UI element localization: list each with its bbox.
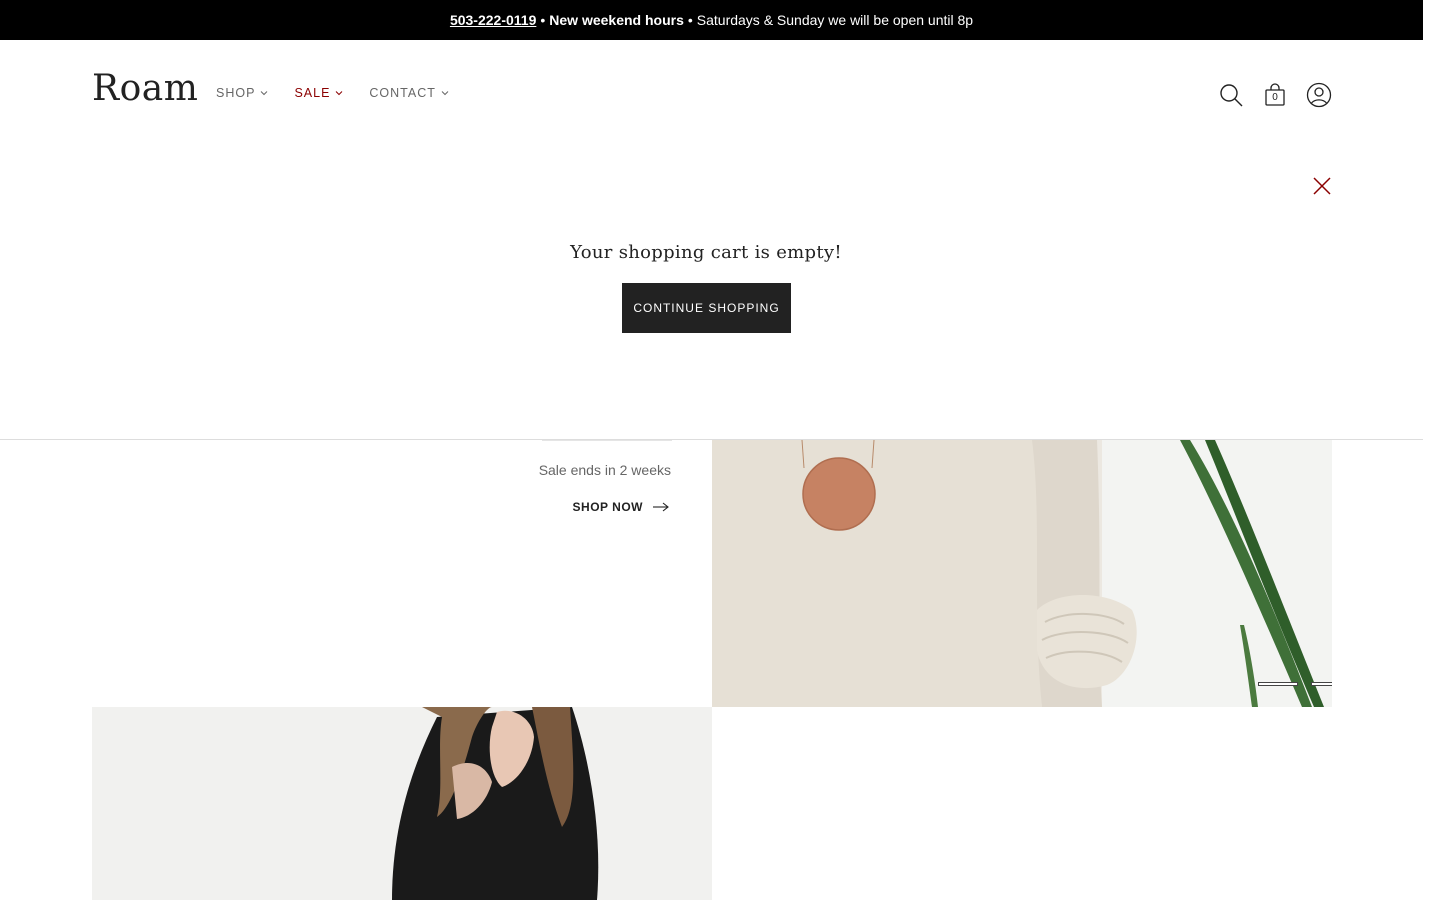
account-button[interactable]: [1306, 82, 1332, 108]
hero-text-panel: Sale ends in 2 weeks SHOP NOW: [92, 440, 712, 707]
account-icon: [1306, 82, 1332, 108]
main-nav: SHOP SALE CONTACT: [216, 86, 449, 100]
empty-cart-message: Your shopping cart is empty!: [570, 242, 842, 263]
chevron-down-icon: [336, 91, 343, 96]
slide-dots: [1258, 682, 1332, 686]
chevron-down-icon: [441, 91, 449, 96]
woman-black-top-photo: [92, 707, 712, 900]
hero-slideshow: Sale ends in 2 weeks SHOP NOW: [92, 440, 1332, 707]
header-icons: 0: [1218, 82, 1332, 108]
logo[interactable]: Roam: [92, 68, 198, 109]
shop-now-link[interactable]: SHOP NOW: [573, 500, 669, 514]
continue-shopping-button[interactable]: CONTINUE SHOPPING: [622, 283, 791, 333]
cart-drawer: Your shopping cart is empty! CONTINUE SH…: [0, 150, 1423, 440]
cart-count: 0: [1272, 92, 1278, 103]
nav-item-contact[interactable]: CONTACT: [369, 86, 449, 100]
shop-now-label: SHOP NOW: [572, 500, 643, 514]
sale-ends-text: Sale ends in 2 weeks: [538, 462, 671, 478]
announcement-separator: •: [540, 12, 546, 28]
close-icon: [1313, 177, 1331, 195]
nav-item-shop[interactable]: SHOP: [216, 86, 268, 100]
slide-dot-1[interactable]: [1258, 682, 1298, 686]
hero-image: [712, 440, 1332, 707]
announcement-message: Saturdays & Sunday we will be open until…: [696, 12, 974, 28]
nav-item-label: CONTACT: [369, 86, 436, 100]
arrow-right-icon: [653, 502, 669, 512]
slide-dot-2[interactable]: [1311, 682, 1332, 686]
site-header: Roam SHOP SALE CONTACT 0: [0, 40, 1423, 150]
phone-link[interactable]: 503-222-0119: [450, 12, 536, 28]
announcement-headline: New weekend hours: [549, 12, 684, 28]
close-cart-button[interactable]: [1310, 174, 1334, 198]
sweater-necklace-photo: [712, 440, 1332, 707]
divider: [542, 440, 672, 441]
nav-item-sale[interactable]: SALE: [294, 86, 343, 100]
nav-item-label: SALE: [294, 86, 331, 100]
search-icon: [1220, 84, 1243, 107]
search-button[interactable]: [1218, 82, 1244, 108]
nav-item-label: SHOP: [216, 86, 256, 100]
cart-button[interactable]: 0: [1262, 82, 1288, 108]
chevron-down-icon: [261, 91, 268, 96]
announcement-separator: •: [687, 12, 693, 28]
announcement-bar: 503-222-0119 • New weekend hours • Satur…: [0, 0, 1423, 40]
model-photo: [92, 707, 712, 900]
